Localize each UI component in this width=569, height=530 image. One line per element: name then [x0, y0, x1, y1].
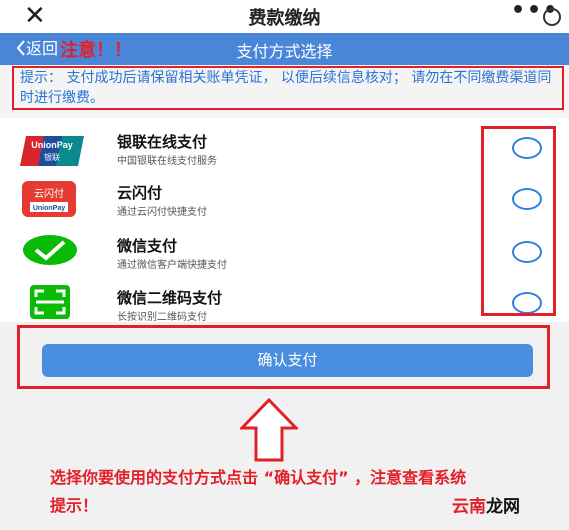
method-name: 微信二维码支付	[117, 289, 223, 307]
notice-highlight-box	[12, 66, 564, 110]
method-desc: 中国银联在线支付服务	[117, 156, 217, 167]
cloudpay-logo-subtext: UnionPay	[33, 205, 65, 212]
app-title: 费款缴纳	[248, 8, 321, 29]
capsule-close-icon[interactable]	[543, 8, 561, 26]
instruction-text: 选择你要使用的支付方式点击 “确认支付” ，注意查看系统提示！	[50, 468, 467, 515]
cloud-quickpass-logo-icon: 云闪付 UnionPay	[22, 181, 76, 217]
watermark-part2: 龙网	[486, 497, 520, 517]
method-desc: 长按识别二维码支付	[117, 312, 207, 323]
attention-note: 注意！！	[60, 40, 132, 61]
method-name: 云闪付	[117, 184, 163, 202]
method-name: 银联在线支付	[117, 133, 208, 151]
method-name: 微信支付	[117, 237, 178, 255]
method-desc: 通过云闪付快捷支付	[117, 207, 207, 218]
watermark: 云南龙网	[452, 492, 520, 517]
qr-scan-logo-icon	[30, 285, 70, 319]
unionpay-logo-text-cn: 银联	[44, 152, 60, 162]
method-desc: 通过微信客户端快捷支付	[117, 260, 227, 271]
cloudpay-logo-text: 云闪付	[34, 187, 64, 200]
watermark-part1: 云南	[452, 497, 486, 517]
unionpay-logo-text: UnionPay	[31, 140, 73, 150]
unionpay-logo-icon: UnionPay 银联	[20, 136, 84, 166]
up-arrow-icon	[240, 398, 298, 462]
confirm-highlight-box	[17, 325, 550, 389]
wechat-pay-logo-icon	[23, 235, 77, 265]
radio-highlight-box	[481, 126, 556, 316]
